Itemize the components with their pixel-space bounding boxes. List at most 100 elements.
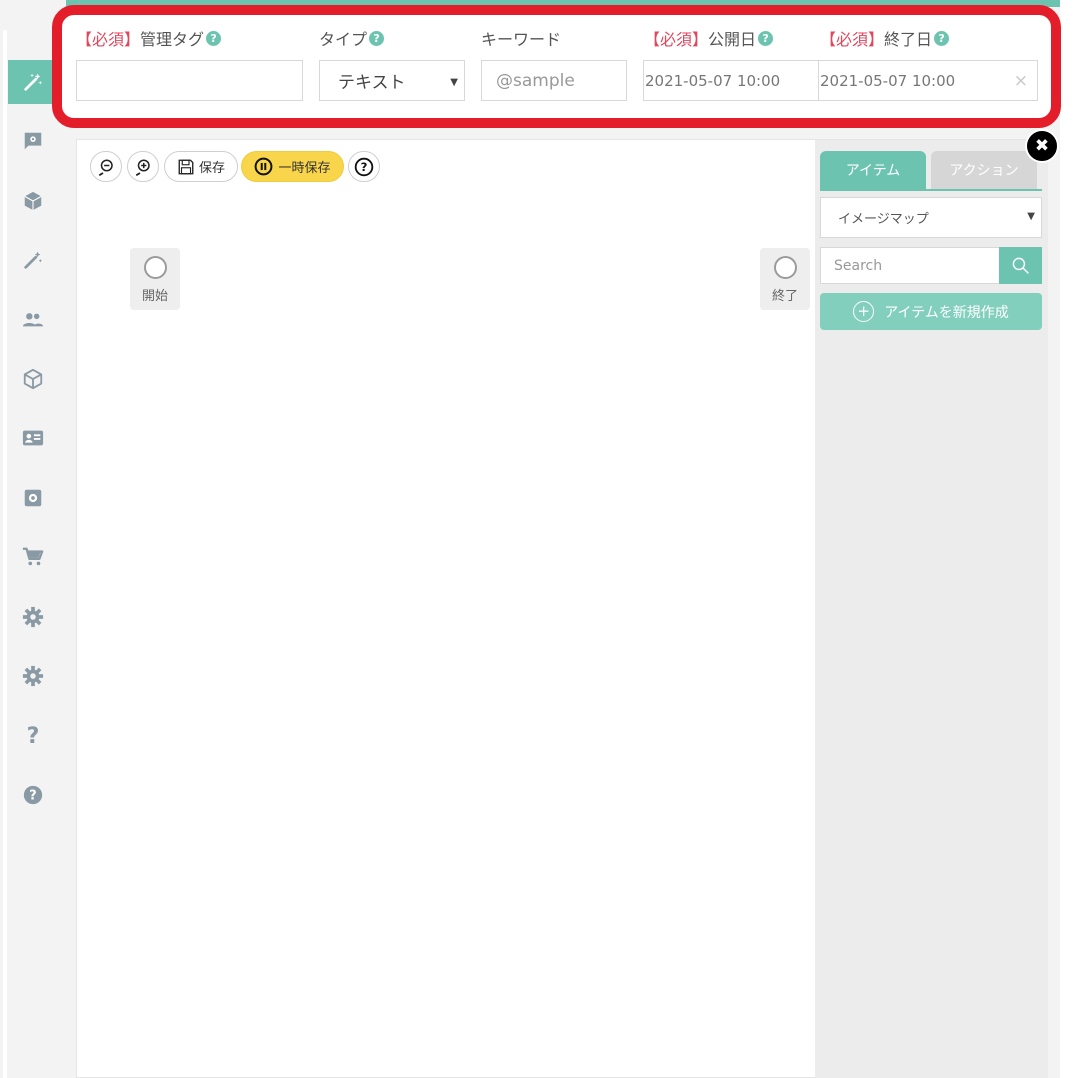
tag-label: 【必須】 管理タグ ?	[76, 27, 222, 49]
clear-icon[interactable]: ×	[1014, 71, 1028, 91]
type-select[interactable]: テキスト ▼	[319, 60, 465, 101]
help-icon[interactable]: ?	[206, 30, 222, 46]
page-right-edge	[1060, 0, 1078, 1078]
end-date-input[interactable]: 2021-05-07 10:00 ×	[818, 60, 1038, 101]
magic-wand-icon	[24, 73, 42, 91]
sidebar: ? ?	[0, 0, 66, 1078]
sidebar-item-settings-box[interactable]	[8, 476, 58, 520]
end-node-label: 終了	[771, 289, 798, 304]
sidebar-item-question[interactable]: ?	[8, 714, 58, 758]
gear-icon	[22, 665, 44, 687]
sidebar-item-gear-2[interactable]	[8, 654, 58, 698]
box-icon	[24, 191, 42, 211]
end-required-mark: 【必須】	[820, 30, 885, 49]
publish-date-value: 2021-05-07 10:00	[645, 71, 781, 90]
item-type-select[interactable]: イメージマップ ▼	[820, 197, 1042, 238]
help-icon[interactable]: ?	[758, 30, 774, 46]
sidebar-item-users[interactable]	[8, 298, 58, 342]
end-date-field: 【必須】 終了日 ?	[820, 27, 950, 49]
type-label: タイプ ?	[319, 27, 385, 49]
users-icon	[22, 313, 44, 327]
end-node[interactable]: 終了	[760, 248, 810, 310]
sidebar-item-cube[interactable]	[8, 357, 58, 401]
tag-input[interactable]	[76, 60, 303, 101]
item-search-button[interactable]	[999, 247, 1042, 284]
sidebar-item-scenario[interactable]	[8, 60, 58, 104]
help-circle-icon: ?	[354, 157, 374, 176]
keyword-label-text: キーワード	[481, 30, 562, 49]
tag-label-text: 管理タグ	[140, 30, 205, 49]
chat-settings-icon	[24, 132, 42, 150]
sidebar-item-box[interactable]	[8, 179, 58, 223]
cart-icon	[22, 547, 44, 566]
item-type-value: イメージマップ	[838, 212, 929, 227]
flow-canvas[interactable]: 保存 一時保存 ? 開始 終了	[76, 139, 816, 1078]
save-icon	[178, 159, 194, 174]
end-date-value: 2021-05-07 10:00	[820, 71, 956, 90]
plus-circle-icon: +	[853, 301, 875, 322]
tab-items[interactable]: アイテム	[820, 151, 926, 189]
svg-text:?: ?	[361, 160, 368, 174]
zoom-out-icon	[98, 159, 113, 176]
end-date-label: 【必須】 終了日 ?	[820, 27, 950, 49]
start-node-connector[interactable]	[143, 256, 167, 279]
chevron-down-icon: ▼	[450, 77, 458, 88]
publish-date-input[interactable]: 2021-05-07 10:00	[643, 60, 819, 101]
keyword-placeholder: @sample	[496, 70, 575, 91]
help-icon[interactable]: ?	[934, 30, 950, 46]
zoom-in-button[interactable]	[127, 151, 159, 182]
help-icon[interactable]: ?	[369, 30, 385, 46]
publish-date-label: 【必須】 公開日 ?	[644, 27, 774, 49]
question-icon: ?	[26, 723, 40, 749]
chevron-down-icon: ▼	[1027, 211, 1035, 222]
zoom-out-button[interactable]	[90, 151, 122, 182]
settings-box-icon	[24, 489, 42, 507]
keyword-field: キーワード	[481, 27, 561, 49]
temp-save-button[interactable]: 一時保存	[241, 151, 344, 182]
start-node[interactable]: 開始	[130, 248, 180, 310]
start-node-label: 開始	[141, 289, 168, 304]
help-circle-icon: ?	[23, 785, 43, 805]
sidebar-item-wand[interactable]	[8, 238, 58, 282]
sidebar-item-help[interactable]: ?	[8, 773, 58, 817]
sidebar-item-gear-1[interactable]	[8, 595, 58, 639]
save-label: 保存	[198, 161, 225, 176]
item-panel: アイテム アクション イメージマップ ▼ Search + アイテムを新規作成	[815, 139, 1048, 1078]
type-select-value: テキスト	[338, 73, 406, 93]
sidebar-item-cart[interactable]	[8, 535, 58, 579]
type-label-text: タイプ	[319, 30, 368, 49]
cube-icon	[23, 368, 43, 390]
sidebar-item-contacts[interactable]	[8, 416, 58, 460]
tab-underline	[820, 189, 1042, 191]
close-icon: ✖	[1034, 136, 1050, 156]
search-icon	[1012, 257, 1029, 274]
save-button[interactable]: 保存	[164, 151, 238, 182]
keyword-input[interactable]: @sample	[481, 60, 627, 101]
help-button[interactable]: ?	[348, 151, 380, 182]
end-label-text: 終了日	[884, 30, 933, 49]
publish-label-text: 公開日	[708, 30, 757, 49]
magic-wand-icon	[24, 251, 42, 269]
zoom-in-icon	[135, 159, 150, 176]
sidebar-rail	[3, 30, 7, 1078]
close-button[interactable]: ✖	[1025, 129, 1059, 163]
scenario-settings-form: 【必須】 管理タグ ? タイプ ? テキスト ▼ キーワード @sample 【…	[52, 5, 1061, 128]
new-item-button[interactable]: + アイテムを新規作成	[820, 293, 1042, 330]
tag-required-mark: 【必須】	[76, 30, 141, 49]
gear-icon	[22, 606, 44, 628]
item-search-placeholder: Search	[834, 257, 883, 274]
end-node-connector[interactable]	[773, 256, 797, 279]
type-field: タイプ ?	[319, 27, 385, 49]
id-card-icon	[22, 430, 44, 446]
tag-field: 【必須】 管理タグ ?	[76, 27, 222, 49]
publish-date-field: 【必須】 公開日 ?	[644, 27, 774, 49]
svg-text:?: ?	[29, 789, 36, 804]
new-item-label: アイテムを新規作成	[884, 304, 1009, 321]
item-search-input[interactable]: Search	[820, 247, 1000, 284]
temp-save-label: 一時保存	[278, 161, 331, 176]
pause-icon	[255, 157, 273, 176]
tab-actions[interactable]: アクション	[931, 151, 1037, 189]
keyword-label: キーワード	[481, 27, 561, 49]
sidebar-item-chat-settings[interactable]	[8, 119, 58, 163]
publish-required-mark: 【必須】	[644, 30, 709, 49]
